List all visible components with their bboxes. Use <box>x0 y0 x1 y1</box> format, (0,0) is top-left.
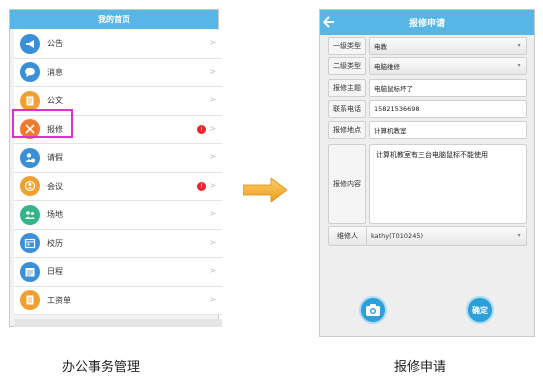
repair-page-title: 报修申请 <box>408 19 445 29</box>
menu-item-5[interactable]: 会议! > <box>14 172 222 201</box>
reporter-label: 维修人 <box>329 227 367 245</box>
caption-repair-request: 报修申请 <box>394 360 447 375</box>
camera-button[interactable] <box>359 296 387 324</box>
right-arrow-icon <box>243 178 287 202</box>
chevron-right-icon: > <box>209 152 216 161</box>
menu-item-label: 校历 <box>47 238 63 248</box>
subject-input[interactable]: 电脑鼠标坏了 <box>369 79 527 97</box>
chevron-right-icon: > <box>209 209 216 218</box>
menu-item-4[interactable]: 请假 > <box>14 144 222 173</box>
confirm-button[interactable]: 确定 <box>466 296 494 324</box>
menu-item-8[interactable]: 日程 > <box>14 258 222 287</box>
level2-type-value: 电脑维修 <box>374 63 400 71</box>
home-header: 我的首页 <box>10 10 218 29</box>
content-label: 报修内容 <box>328 144 366 224</box>
reporter-select[interactable]: 维修人 kathy(T010245) ▾ <box>328 226 527 246</box>
menu-item-label: 日程 <box>47 267 63 277</box>
menu-item-label: 请假 <box>47 153 63 163</box>
highlight-box-repair <box>12 109 73 138</box>
menu-item-label: 会议 <box>47 181 63 191</box>
menu-item-9[interactable]: 工资单 > <box>14 286 222 315</box>
menu-item-label: 工资单 <box>47 295 71 305</box>
caption-office-management: 办公事务管理 <box>62 360 141 375</box>
reporter-value: kathy(T010245) <box>371 232 424 240</box>
document-icon <box>20 90 40 111</box>
notification-badge: ! <box>197 181 206 191</box>
content-textarea[interactable]: 计算机教室有三台电脑鼠标不能使用 <box>369 144 527 224</box>
notification-badge: ! <box>197 124 206 134</box>
menu-item-label: 公文 <box>47 96 63 106</box>
home-footer-bar <box>14 319 222 327</box>
phone-label: 联系电话 <box>328 100 366 118</box>
chevron-right-icon: > <box>209 237 216 247</box>
location-label: 报修地点 <box>328 121 366 139</box>
home-screen-phone: 我的首页 公告 > 消息 > 公文 > 报修! > 请假 > 会议! > 场地 > 校历 > 日程 > 工资单 > <box>9 9 222 327</box>
chevron-right-icon: > <box>209 123 216 133</box>
menu-item-label: 公告 <box>47 39 63 49</box>
chevron-right-icon: > <box>209 180 216 190</box>
people-icon <box>20 204 40 225</box>
dropdown-arrow-icon: ▾ <box>517 42 521 49</box>
repair-request-phone: 报修申请 一级类型 电教 ▾ 二级类型 电脑维修 ▾ 报修主题 电脑鼠标坏了 联… <box>319 9 535 337</box>
menu-item-label: 场地 <box>47 210 63 220</box>
schedule-icon <box>20 261 40 282</box>
arrow-left-icon[interactable] <box>323 15 335 29</box>
meeting-icon <box>20 176 40 197</box>
megaphone-icon <box>20 33 40 54</box>
level1-type-value: 电教 <box>374 43 387 51</box>
dropdown-arrow-icon: ▾ <box>517 62 521 69</box>
home-menu-list: 公告 > 消息 > 公文 > 报修! > 请假 > 会议! > 场地 > 校历 > 日程 > 工资单 > <box>14 30 222 315</box>
menu-item-1[interactable]: 消息 > <box>14 58 222 87</box>
calendar-icon <box>20 233 40 254</box>
level2-type-label: 二级类型 <box>328 57 366 75</box>
level1-type-label: 一级类型 <box>328 37 366 55</box>
menu-item-0[interactable]: 公告 > <box>14 30 222 59</box>
chevron-right-icon: > <box>209 66 216 76</box>
menu-item-label: 消息 <box>47 67 63 77</box>
chevron-right-icon: > <box>209 294 216 304</box>
location-input[interactable]: 计算机教室 <box>369 121 527 139</box>
payslip-icon <box>20 290 40 311</box>
person-clock-icon <box>20 147 40 168</box>
chevron-right-icon: > <box>209 38 216 47</box>
dropdown-arrow-icon: ▾ <box>517 232 521 239</box>
phone-input[interactable]: 15821536698 <box>369 100 527 118</box>
chevron-right-icon: > <box>209 95 216 104</box>
chevron-right-icon: > <box>209 266 216 275</box>
level1-type-select[interactable]: 电教 ▾ <box>369 37 527 55</box>
subject-label: 报修主题 <box>328 79 366 97</box>
repair-header: 报修申请 <box>320 10 534 35</box>
menu-item-7[interactable]: 校历 > <box>14 229 222 258</box>
menu-item-6[interactable]: 场地 > <box>14 201 222 230</box>
chat-bubble-icon <box>20 62 40 83</box>
camera-icon <box>366 304 380 316</box>
level2-type-select[interactable]: 电脑维修 ▾ <box>369 57 527 75</box>
